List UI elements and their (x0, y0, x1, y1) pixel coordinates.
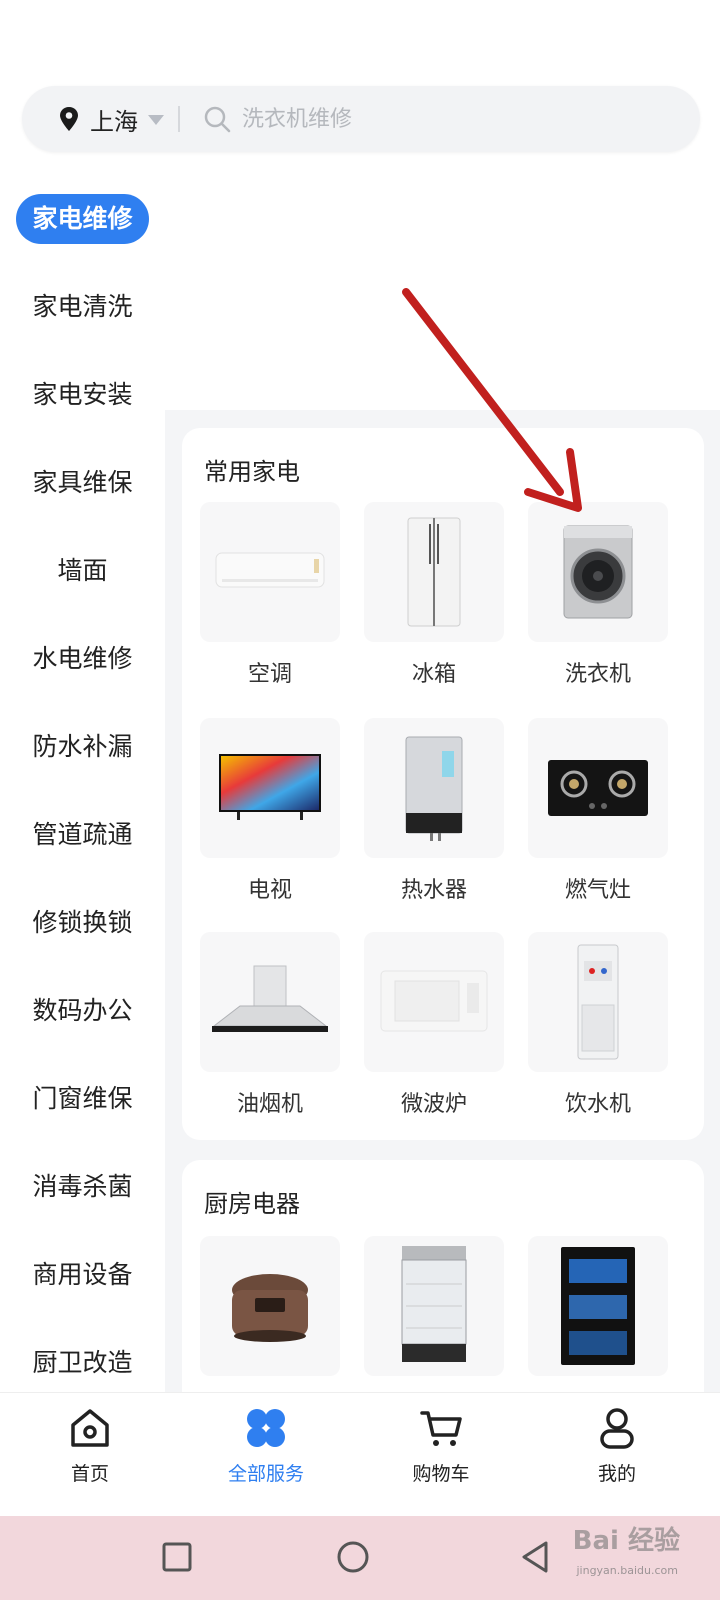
search-bar: 上海 (22, 86, 700, 152)
tab-home[interactable]: 首页 (30, 1405, 150, 1486)
sidebar-item-appliance-repair[interactable]: 家电维修 (0, 194, 165, 244)
sidebar-item-label: 家电安装 (32, 380, 133, 409)
sidebar-item-label: 商用设备 (32, 1260, 133, 1289)
sidebar-item-doors-windows[interactable]: 门窗维保 (0, 1074, 165, 1124)
sidebar-item-label: 墙面 (57, 556, 108, 585)
home-circle-icon[interactable] (336, 1540, 370, 1574)
range-hood-icon[interactable] (200, 932, 340, 1072)
watermark-url: jingyan.baidu.com (576, 1564, 678, 1577)
item-label[interactable]: 热水器 (354, 872, 514, 904)
item-label[interactable]: 空调 (190, 656, 350, 688)
sidebar-item-label: 管道疏通 (32, 820, 133, 849)
sidebar-item-pipe-dredging[interactable]: 管道疏通 (0, 810, 165, 860)
microwave-icon[interactable] (364, 932, 504, 1072)
sidebar-item-label: 门窗维保 (32, 1084, 133, 1113)
section-title: 常用家电 (204, 458, 300, 486)
bottom-tab-bar: 首页 全部服务 购物车 我的 (0, 1392, 720, 1516)
steamer-cabinet-icon[interactable] (364, 1236, 504, 1376)
sidebar-item-disinfection[interactable]: 消毒杀菌 (0, 1162, 165, 1212)
water-dispenser-icon[interactable] (528, 932, 668, 1072)
item-label[interactable]: 电视 (190, 872, 350, 904)
sidebar-item-locks[interactable]: 修锁换锁 (0, 898, 165, 948)
sidebar-item-waterproofing[interactable]: 防水补漏 (0, 722, 165, 772)
item-label[interactable]: 油烟机 (190, 1086, 350, 1118)
tab-all-services[interactable]: 全部服务 (206, 1405, 326, 1486)
item-label[interactable]: 微波炉 (354, 1086, 514, 1118)
tab-label: 全部服务 (227, 1463, 304, 1485)
sidebar-item-label: 水电维修 (32, 644, 133, 673)
rice-cooker-icon[interactable] (200, 1236, 340, 1376)
section-title: 厨房电器 (204, 1190, 300, 1218)
sidebar-item-kitchen-bath[interactable]: 厨卫改造 (0, 1338, 165, 1388)
washing-machine-icon[interactable] (528, 502, 668, 642)
sidebar-item-label: 家具维保 (32, 468, 133, 497)
sidebar-item-label: 防水补漏 (32, 732, 133, 761)
sidebar-item-plumbing-electric[interactable]: 水电维修 (0, 634, 165, 684)
tab-cart[interactable]: 购物车 (381, 1405, 501, 1486)
profile-icon (600, 1408, 634, 1449)
tab-label: 我的 (597, 1463, 636, 1485)
air-conditioner-icon[interactable] (200, 502, 340, 642)
sidebar-item-digital-office[interactable]: 数码办公 (0, 986, 165, 1036)
sidebar-item-appliance-cleaning[interactable]: 家电清洗 (0, 282, 165, 332)
section-common-appliances: 常用家电 空调 冰箱 洗衣机 电视 热水器 燃气灶 油烟机 微波炉 饮水机 (182, 428, 704, 1140)
category-sidebar: 家电维修 家电清洗 家电安装 家具维保 墙面 水电维修 防水补漏 管道疏通 修锁… (0, 160, 165, 1410)
tv-icon[interactable] (200, 718, 340, 858)
disinfection-cabinet-icon[interactable] (528, 1236, 668, 1376)
sidebar-item-label: 家电维修 (16, 194, 149, 244)
watermark-logo: Bai 经验 (572, 1526, 680, 1556)
sidebar-item-furniture[interactable]: 家具维保 (0, 458, 165, 508)
sidebar-item-label: 厨卫改造 (32, 1348, 133, 1377)
chevron-down-icon[interactable] (148, 115, 164, 125)
recent-apps-icon[interactable] (162, 1542, 192, 1572)
sidebar-item-label: 修锁换锁 (32, 908, 133, 937)
section-kitchen-appliances: 厨房电器 (182, 1160, 704, 1400)
tab-profile[interactable]: 我的 (557, 1405, 677, 1486)
item-label[interactable]: 洗衣机 (518, 656, 678, 688)
water-heater-icon[interactable] (364, 718, 504, 858)
search-icon (204, 106, 231, 133)
back-triangle-icon[interactable] (520, 1540, 550, 1574)
gas-stove-icon[interactable] (528, 718, 668, 858)
divider (178, 106, 180, 132)
item-label[interactable]: 饮水机 (518, 1086, 678, 1118)
item-label[interactable]: 冰箱 (354, 656, 514, 688)
tab-label: 首页 (70, 1463, 109, 1485)
sidebar-item-label: 家电清洗 (32, 292, 133, 321)
sidebar-item-label: 数码办公 (32, 996, 133, 1025)
sidebar-item-appliance-install[interactable]: 家电安装 (0, 370, 165, 420)
tab-label: 购物车 (412, 1463, 470, 1485)
item-label[interactable]: 燃气灶 (518, 872, 678, 904)
city-selector[interactable]: 上海 (90, 102, 138, 137)
home-icon (71, 1409, 109, 1447)
search-input[interactable] (242, 106, 622, 132)
fridge-icon[interactable] (364, 502, 504, 642)
sidebar-item-commercial[interactable]: 商用设备 (0, 1250, 165, 1300)
cart-icon (420, 1411, 462, 1446)
all-services-icon (247, 1409, 285, 1447)
sidebar-item-wall[interactable]: 墙面 (0, 546, 165, 596)
sidebar-item-label: 消毒杀菌 (32, 1172, 133, 1201)
location-pin-icon[interactable] (58, 106, 80, 132)
